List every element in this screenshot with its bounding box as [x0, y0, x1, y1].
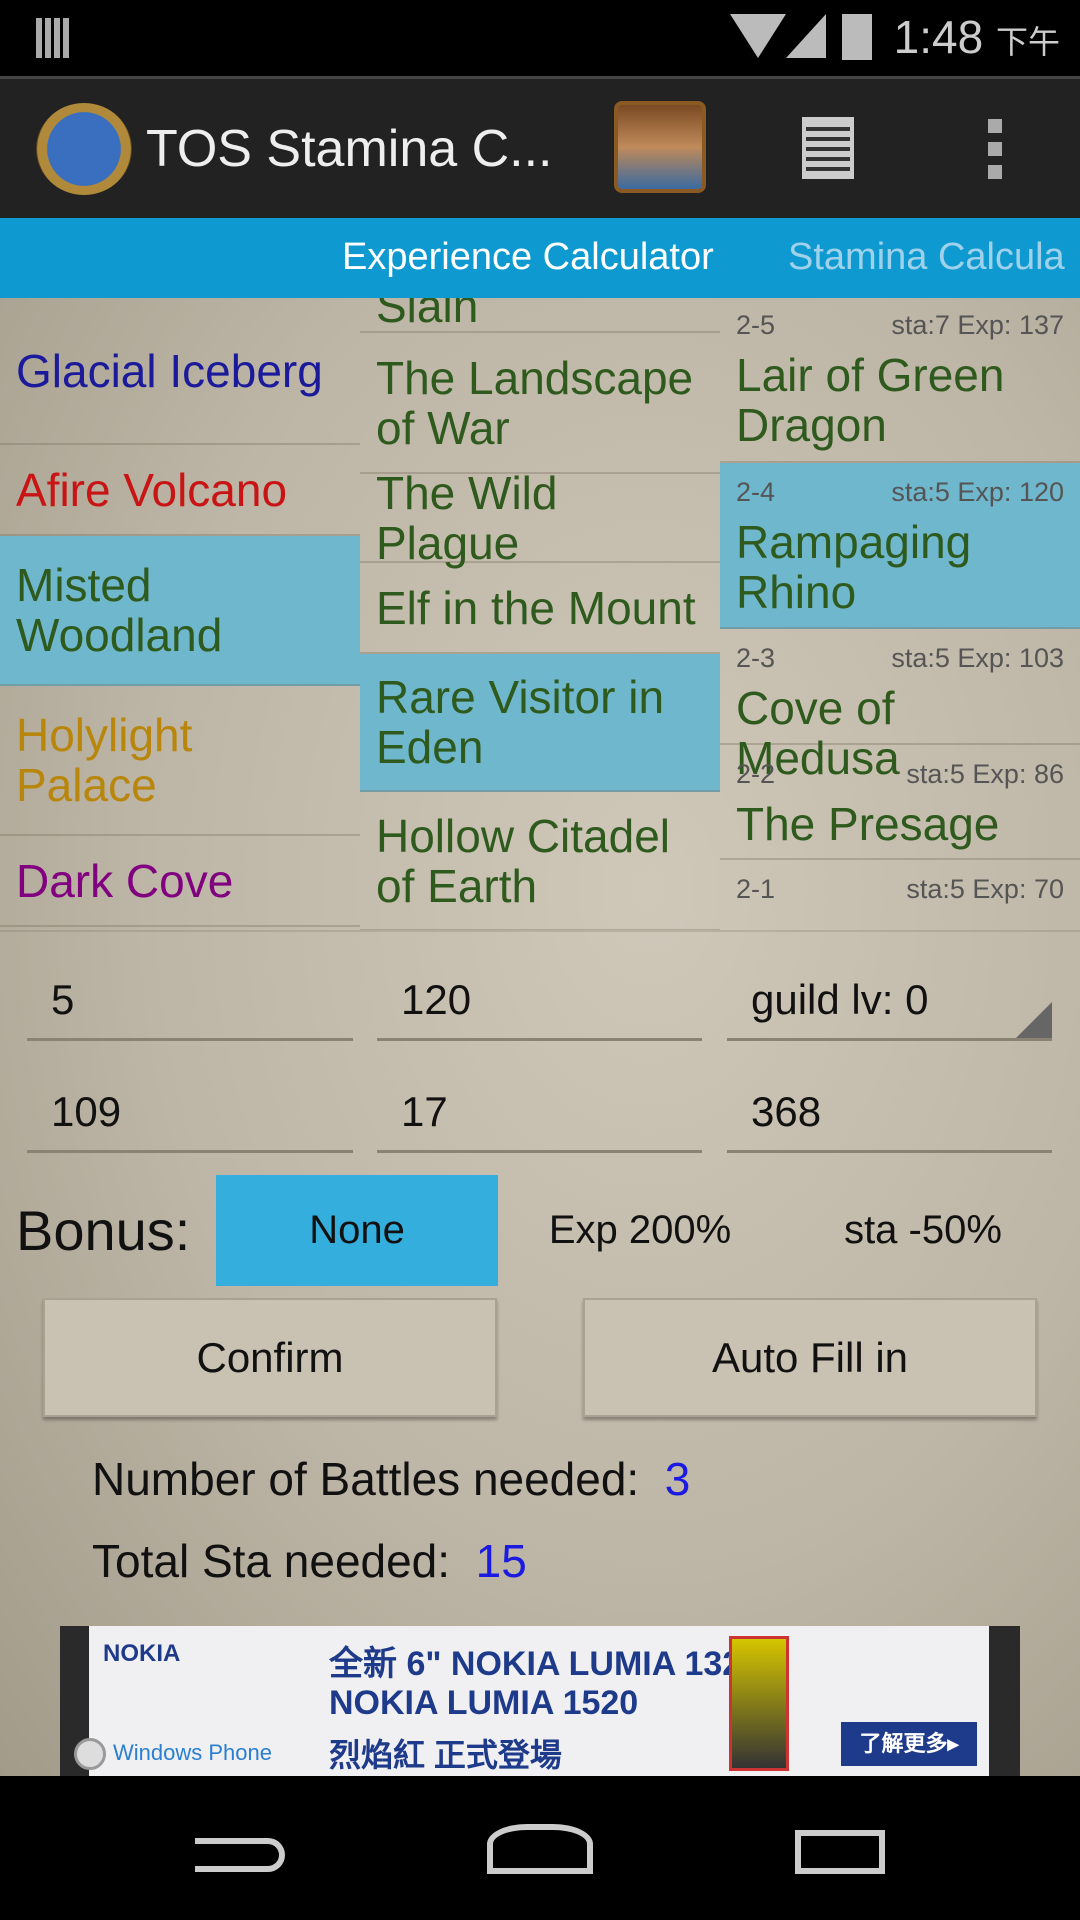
- stage-name: Rampaging Rhino: [736, 516, 972, 618]
- ad-phone-image: [729, 1636, 789, 1771]
- tab-experience-calculator[interactable]: Experience Calculator: [342, 236, 714, 279]
- list-item[interactable]: Elf in the Mount: [360, 563, 720, 654]
- tab-stamina-calculator[interactable]: Stamina Calcula: [788, 236, 1065, 279]
- list-divider: [0, 930, 1080, 932]
- home-icon[interactable]: [487, 1824, 593, 1874]
- ad-brand: NOKIA: [103, 1640, 181, 1667]
- list-item[interactable]: 2-3 sta:5 Exp: 103 Cove of Medusa: [720, 629, 1080, 783]
- list-item[interactable]: Hollow Citadel of Earth: [360, 792, 720, 930]
- list-item[interactable]: 2-4 sta:5 Exp: 120 Rampaging Rhino: [720, 463, 1080, 629]
- bonus-exp200-option[interactable]: Exp 200%: [520, 1175, 760, 1286]
- clock: 1:48 下午: [893, 11, 1060, 63]
- region-list[interactable]: Glacial Iceberg Afire Volcano Misted Woo…: [0, 298, 360, 930]
- guild-level-select[interactable]: guild lv: 0: [727, 961, 1052, 1041]
- exp-input[interactable]: 120: [377, 961, 702, 1041]
- list-item[interactable]: 2-1 sta:5 Exp: 70: [720, 860, 1080, 930]
- dropdown-arrow-icon: [1016, 1002, 1052, 1038]
- list-item[interactable]: Afire Volcano: [0, 445, 360, 536]
- signal-icon: [786, 14, 826, 58]
- confirm-button[interactable]: Confirm: [43, 1298, 497, 1417]
- sta-label: Total Sta needed:: [92, 1535, 451, 1587]
- stage-id: 2-1: [736, 874, 776, 904]
- battles-label: Number of Battles needed:: [92, 1453, 640, 1505]
- sta-value: 15: [475, 1535, 527, 1587]
- level-input[interactable]: 5: [27, 961, 353, 1041]
- stage-info: sta:5 Exp: 86: [906, 759, 1064, 789]
- sta-needed: Total Sta needed: 15: [92, 1534, 527, 1588]
- stage-info: sta:5 Exp: 120: [891, 477, 1064, 507]
- content-area: Glacial Iceberg Afire Volcano Misted Woo…: [0, 298, 1080, 1776]
- recents-icon[interactable]: [795, 1830, 885, 1874]
- bonus-none-option[interactable]: None: [216, 1175, 498, 1286]
- stage-name: Lair of Green Dragon: [736, 349, 1005, 451]
- battles-value: 3: [664, 1453, 691, 1505]
- stage-id: 2-5: [736, 310, 776, 340]
- wifi-icon: [730, 14, 786, 58]
- target-level-input[interactable]: 17: [377, 1073, 702, 1153]
- tab-bar: Experience Calculator Stamina Calcula: [0, 218, 1080, 298]
- bonus-label: Bonus:: [16, 1199, 191, 1262]
- guild-level-value: guild lv: 0: [751, 975, 929, 1023]
- ad-line3: 烈焰紅 正式登場: [329, 1737, 562, 1773]
- ad-cta-button[interactable]: 了解更多▸: [841, 1722, 977, 1766]
- area-list[interactable]: Slain The Landscape of War The Wild Plag…: [360, 298, 720, 930]
- ad-line2: NOKIA LUMIA 1520: [329, 1684, 639, 1722]
- auto-fill-button[interactable]: Auto Fill in: [583, 1298, 1037, 1417]
- stage-id: 2-3: [736, 643, 776, 673]
- ad-banner[interactable]: NOKIA 全新 6" NOKIA LUMIA 1320 NOKIA LUMIA…: [60, 1626, 1020, 1776]
- stage-list[interactable]: 2-5 sta:7 Exp: 137 Lair of Green Dragon 2-…: [720, 298, 1080, 930]
- list-item[interactable]: Dark Cove: [0, 836, 360, 927]
- list-item[interactable]: Misted Woodland: [0, 536, 360, 686]
- stage-info: sta:5 Exp: 70: [906, 874, 1064, 904]
- stage-info: sta:7 Exp: 137: [891, 310, 1064, 340]
- ad-info-icon[interactable]: [74, 1738, 106, 1770]
- battles-needed: Number of Battles needed: 3: [92, 1452, 690, 1506]
- action-bar: TOS Stamina C...: [0, 76, 1080, 218]
- bonus-sta50-option[interactable]: sta -50%: [800, 1175, 1046, 1286]
- app-title: TOS Stamina C...: [146, 120, 553, 178]
- stage-id: 2-4: [736, 477, 776, 507]
- list-icon[interactable]: [802, 117, 854, 179]
- list-item[interactable]: The Landscape of War: [360, 333, 720, 474]
- list-item[interactable]: Holylight Palace: [0, 686, 360, 836]
- list-item[interactable]: Slain: [360, 298, 720, 333]
- stamina-input[interactable]: 368: [727, 1073, 1052, 1153]
- notification-icon: [36, 18, 72, 58]
- stage-info: sta:5 Exp: 103: [891, 643, 1064, 673]
- list-item[interactable]: The Wild Plague: [360, 468, 720, 568]
- app-logo-icon[interactable]: [36, 103, 132, 195]
- list-item[interactable]: 2-5 sta:7 Exp: 137 Lair of Green Dragon: [720, 298, 1080, 463]
- list-item[interactable]: 2-2 sta:5 Exp: 86 The Presage: [720, 745, 1080, 860]
- character-avatar-icon[interactable]: [614, 101, 706, 193]
- battery-icon: [842, 14, 872, 60]
- list-item[interactable]: Glacial Iceberg: [0, 298, 360, 445]
- ad-os: Windows Phone: [113, 1740, 272, 1765]
- current-exp-input[interactable]: 109: [27, 1073, 353, 1153]
- back-icon[interactable]: [195, 1838, 285, 1872]
- overflow-menu-icon[interactable]: [988, 119, 1002, 179]
- stage-name: The Presage: [736, 798, 1000, 850]
- status-bar: 1:48 下午: [0, 0, 1080, 76]
- list-item[interactable]: Rare Visitor in Eden: [360, 654, 720, 792]
- navigation-bar: [0, 1776, 1080, 1920]
- stage-id: 2-2: [736, 759, 776, 789]
- ad-line1: 全新 6" NOKIA LUMIA 1320: [329, 1645, 761, 1683]
